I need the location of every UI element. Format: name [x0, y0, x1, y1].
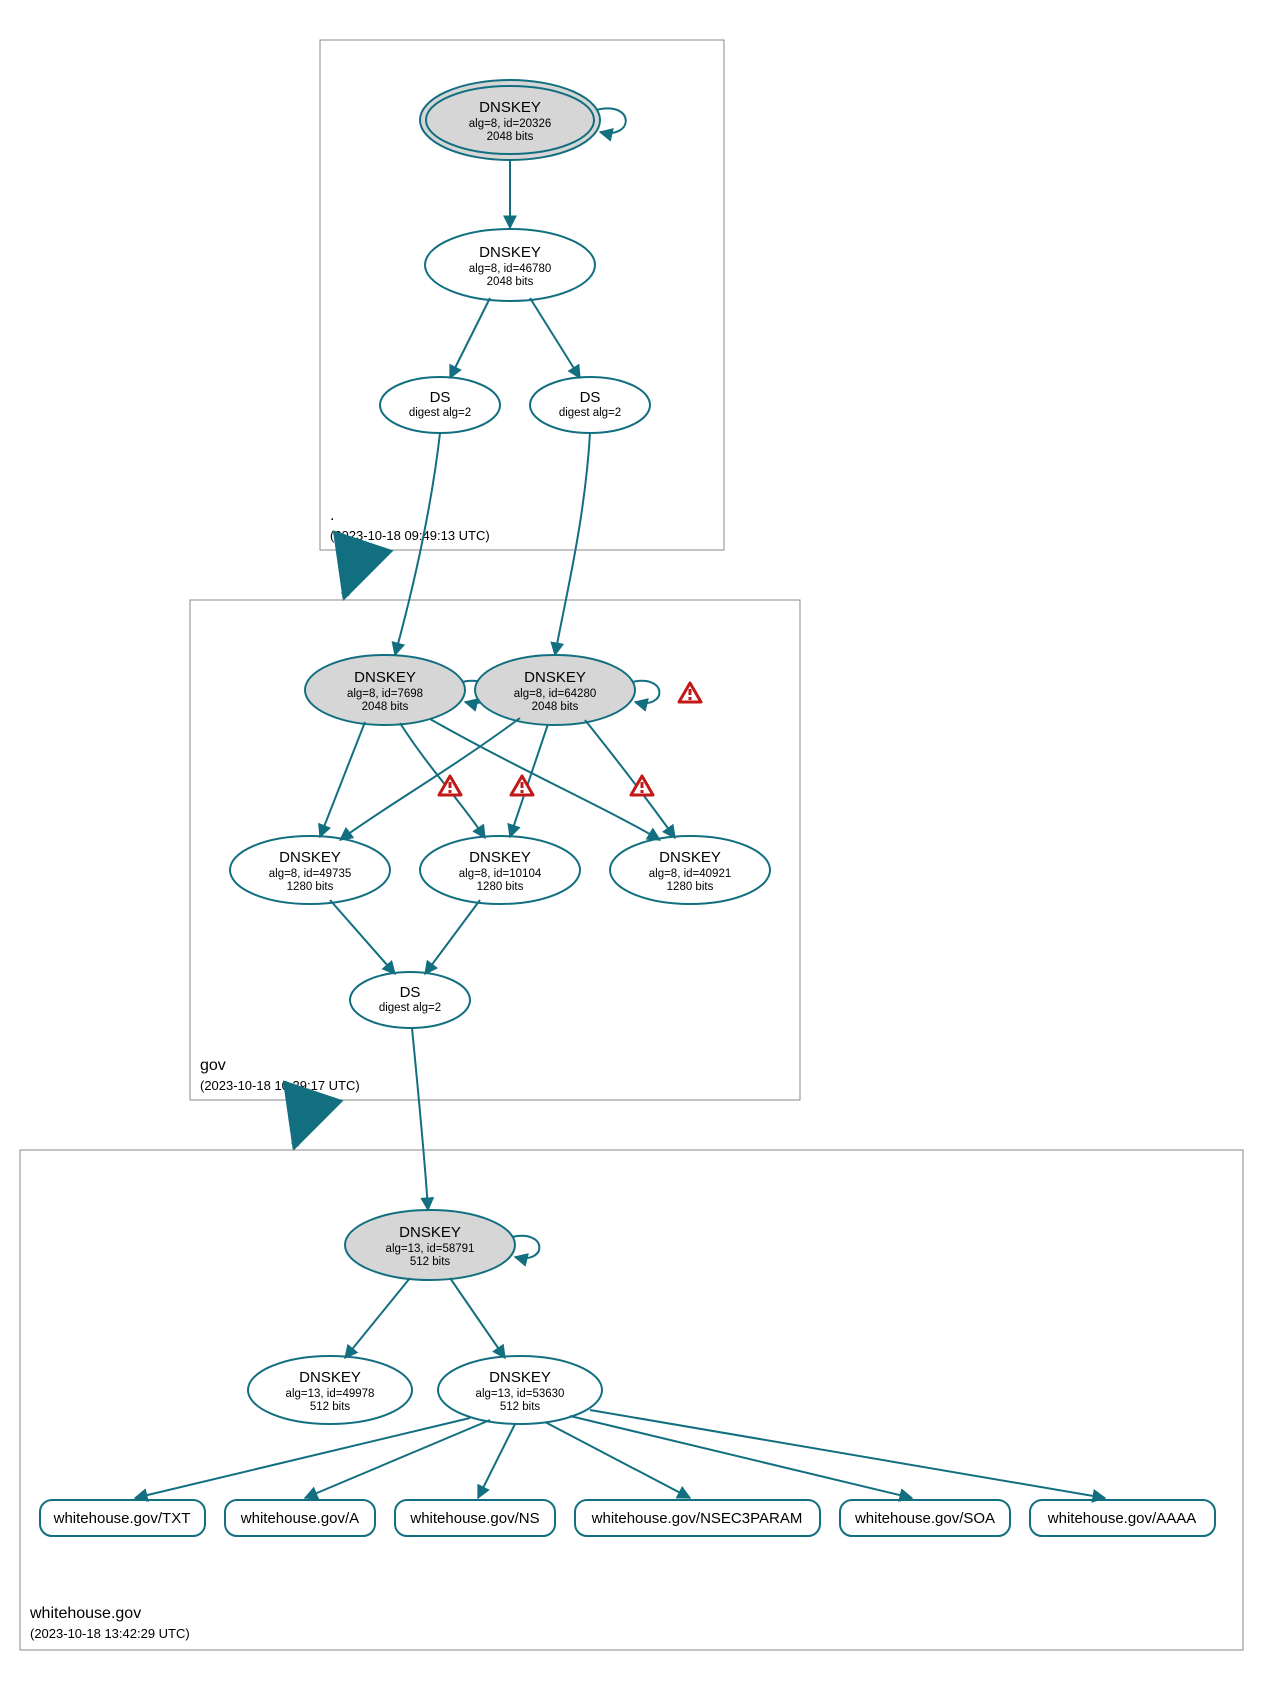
svg-text:alg=8, id=7698: alg=8, id=7698: [347, 688, 423, 700]
edge-ds2-govksk2: [555, 433, 590, 655]
svg-text:alg=13, id=49978: alg=13, id=49978: [286, 1388, 375, 1400]
svg-text:digest alg=2: digest alg=2: [409, 407, 471, 419]
warning-icon: [679, 683, 701, 702]
edge-rootzsk-ds1: [450, 298, 490, 378]
svg-text:alg=8, id=46780: alg=8, id=46780: [469, 263, 552, 275]
record-a: whitehouse.gov/A: [225, 1500, 375, 1536]
svg-text:whitehouse.gov/TXT: whitehouse.gov/TXT: [53, 1510, 191, 1527]
warning-icon: [631, 776, 653, 795]
svg-text:2048 bits: 2048 bits: [362, 701, 409, 713]
svg-text:whitehouse.gov/NS: whitehouse.gov/NS: [409, 1510, 539, 1527]
svg-text:DS: DS: [400, 984, 421, 1001]
edge-govksk2-zsk3: [585, 720, 675, 838]
edge-whzsk2-nsec3: [545, 1422, 690, 1498]
node-gov-ksk2: DNSKEY alg=8, id=64280 2048 bits: [475, 655, 635, 725]
node-root-ksk: DNSKEY alg=8, id=20326 2048 bits: [420, 80, 600, 160]
edge-self-whksk: [512, 1236, 539, 1258]
zone-root: . (2023-10-18 09:49:13 UTC) DNSKEY alg=8…: [320, 40, 724, 550]
svg-text:2048 bits: 2048 bits: [532, 701, 579, 713]
svg-text:digest alg=2: digest alg=2: [559, 407, 621, 419]
svg-text:whitehouse.gov/NSEC3PARAM: whitehouse.gov/NSEC3PARAM: [591, 1510, 803, 1527]
svg-text:alg=8, id=40921: alg=8, id=40921: [649, 868, 732, 880]
svg-text:DNSKEY: DNSKEY: [354, 669, 416, 686]
edge-whksk-zsk2: [450, 1278, 505, 1358]
edge-self-govksk2: [632, 681, 659, 703]
edge-govds-whksk: [412, 1028, 428, 1210]
svg-text:alg=8, id=20326: alg=8, id=20326: [469, 118, 552, 130]
svg-text:whitehouse.gov/AAAA: whitehouse.gov/AAAA: [1047, 1510, 1196, 1527]
edge-govksk2-zsk2: [510, 724, 548, 837]
node-wh-ksk: DNSKEY alg=13, id=58791 512 bits: [345, 1210, 515, 1280]
svg-text:512 bits: 512 bits: [500, 1401, 541, 1413]
node-gov-zsk2: DNSKEY alg=8, id=10104 1280 bits: [420, 836, 580, 904]
svg-text:1280 bits: 1280 bits: [477, 881, 524, 893]
edge-zone-root-to-gov: [345, 550, 360, 595]
edge-whzsk2-a: [305, 1420, 490, 1498]
svg-text:digest alg=2: digest alg=2: [379, 1002, 441, 1014]
zone-wh-label: whitehouse.gov: [29, 1605, 141, 1622]
svg-text:alg=8, id=10104: alg=8, id=10104: [459, 868, 542, 880]
svg-text:2048 bits: 2048 bits: [487, 131, 534, 143]
zone-wh-timestamp: (2023-10-18 13:42:29 UTC): [30, 1626, 190, 1641]
edge-govksk1-zsk1: [320, 722, 365, 837]
zone-gov-timestamp: (2023-10-18 10:39:17 UTC): [200, 1078, 360, 1093]
node-wh-zsk2: DNSKEY alg=13, id=53630 512 bits: [438, 1356, 602, 1424]
edge-whksk-zsk1: [345, 1278, 410, 1358]
edge-whzsk2-aaaa: [590, 1410, 1105, 1498]
record-soa: whitehouse.gov/SOA: [840, 1500, 1010, 1536]
svg-text:alg=13, id=58791: alg=13, id=58791: [386, 1243, 475, 1255]
zone-gov-label: gov: [200, 1057, 226, 1074]
svg-text:DNSKEY: DNSKEY: [469, 849, 531, 866]
svg-text:512 bits: 512 bits: [410, 1256, 451, 1268]
node-gov-ds: DS digest alg=2: [350, 972, 470, 1028]
svg-text:512 bits: 512 bits: [310, 1401, 351, 1413]
svg-text:1280 bits: 1280 bits: [667, 881, 714, 893]
svg-text:DNSKEY: DNSKEY: [479, 99, 541, 116]
edge-govksk1-zsk3: [430, 719, 660, 840]
svg-text:DS: DS: [580, 389, 601, 406]
svg-text:DNSKEY: DNSKEY: [479, 244, 541, 261]
svg-text:2048 bits: 2048 bits: [487, 276, 534, 288]
edge-whzsk2-ns: [478, 1424, 515, 1498]
node-root-ds2: DS digest alg=2: [530, 377, 650, 433]
edge-whzsk2-txt: [135, 1418, 470, 1498]
edge-rootzsk-ds2: [530, 298, 580, 378]
node-gov-ksk1: DNSKEY alg=8, id=7698 2048 bits: [305, 655, 465, 725]
warning-icon: [439, 776, 461, 795]
svg-text:DNSKEY: DNSKEY: [399, 1224, 461, 1241]
svg-text:whitehouse.gov/SOA: whitehouse.gov/SOA: [854, 1510, 995, 1527]
node-gov-zsk1: DNSKEY alg=8, id=49735 1280 bits: [230, 836, 390, 904]
record-nsec3param: whitehouse.gov/NSEC3PARAM: [575, 1500, 820, 1536]
svg-text:DS: DS: [430, 389, 451, 406]
svg-text:alg=8, id=64280: alg=8, id=64280: [514, 688, 597, 700]
edge-govksk2-zsk1: [340, 718, 520, 840]
node-root-zsk: DNSKEY alg=8, id=46780 2048 bits: [425, 229, 595, 301]
zone-whitehouse: whitehouse.gov (2023-10-18 13:42:29 UTC)…: [20, 1028, 1243, 1650]
svg-text:alg=8, id=49735: alg=8, id=49735: [269, 868, 352, 880]
record-aaaa: whitehouse.gov/AAAA: [1030, 1500, 1215, 1536]
edge-govzsk1-ds: [330, 900, 395, 974]
svg-text:alg=13, id=53630: alg=13, id=53630: [476, 1388, 565, 1400]
svg-text:DNSKEY: DNSKEY: [299, 1369, 361, 1386]
zone-root-timestamp: (2023-10-18 09:49:13 UTC): [330, 528, 490, 543]
node-wh-zsk1: DNSKEY alg=13, id=49978 512 bits: [248, 1356, 412, 1424]
node-gov-zsk3: DNSKEY alg=8, id=40921 1280 bits: [610, 836, 770, 904]
record-txt: whitehouse.gov/TXT: [40, 1500, 205, 1536]
svg-text:1280 bits: 1280 bits: [287, 881, 334, 893]
edge-zone-gov-to-wh: [295, 1100, 310, 1145]
svg-text:DNSKEY: DNSKEY: [489, 1369, 551, 1386]
svg-text:DNSKEY: DNSKEY: [524, 669, 586, 686]
record-ns: whitehouse.gov/NS: [395, 1500, 555, 1536]
zone-root-label: .: [330, 507, 334, 524]
svg-text:whitehouse.gov/A: whitehouse.gov/A: [240, 1510, 359, 1527]
node-root-ds1: DS digest alg=2: [380, 377, 500, 433]
edge-govksk1-zsk2: [400, 723, 485, 838]
edge-ds1-govksk1: [395, 433, 440, 655]
edge-govzsk2-ds: [425, 900, 480, 974]
dnssec-graph: . (2023-10-18 09:49:13 UTC) DNSKEY alg=8…: [0, 0, 1263, 1690]
svg-text:DNSKEY: DNSKEY: [659, 849, 721, 866]
svg-text:DNSKEY: DNSKEY: [279, 849, 341, 866]
zone-gov: gov (2023-10-18 10:39:17 UTC) DNSKEY alg…: [190, 433, 800, 1100]
